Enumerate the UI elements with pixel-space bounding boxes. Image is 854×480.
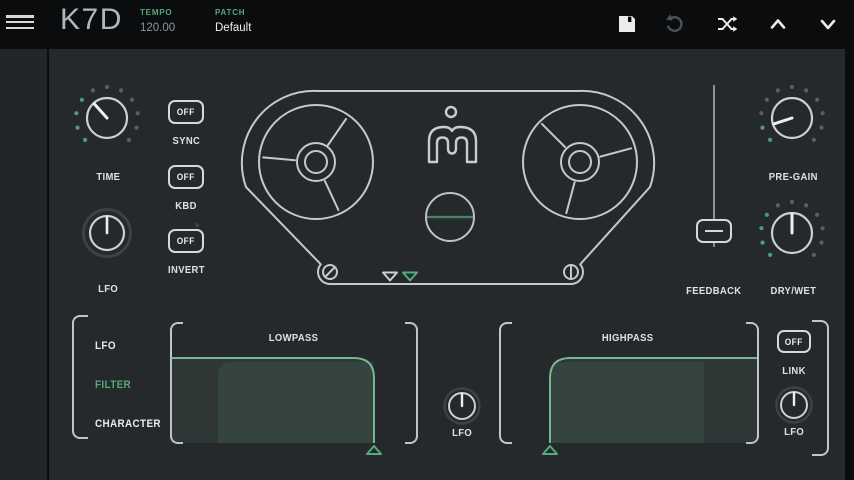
pregain-knob-graphic xyxy=(757,83,827,153)
link-bracket xyxy=(812,320,829,456)
tempo-group: TEMPO 120.00 xyxy=(140,0,175,34)
tempo-label: TEMPO xyxy=(140,8,175,17)
menu-icon[interactable] xyxy=(6,15,34,29)
lowpass-lfo-knob[interactable] xyxy=(440,384,484,428)
sync-label: SYNC xyxy=(172,135,200,147)
save-icon[interactable] xyxy=(616,13,638,35)
delay-lfo-label: LFO xyxy=(98,283,118,295)
pregain-label: PRE-GAIN xyxy=(768,171,817,183)
invert-label: INVERT xyxy=(168,264,205,276)
patch-up-icon[interactable] xyxy=(767,13,789,35)
tape-marker-gray xyxy=(383,273,397,281)
top-bar: K7D TEMPO 120.00 PATCH Default xyxy=(0,0,854,48)
delay-lfo-knob[interactable] xyxy=(77,203,137,263)
lowpass-lfo-label: LFO xyxy=(452,427,472,439)
time-label: TIME xyxy=(96,171,120,183)
main-panel: TIME LFO OFF SYNC OFF KBD OFF xyxy=(49,49,845,480)
kbd-toggle[interactable]: OFF xyxy=(168,165,204,189)
highpass-lfo-knob-graphic xyxy=(772,383,816,427)
patch-label: PATCH xyxy=(215,8,251,17)
highpass-bracket-left xyxy=(499,322,512,444)
pregain-knob[interactable] xyxy=(757,83,827,153)
tab-lfo[interactable]: LFO xyxy=(95,340,116,352)
tab-filter[interactable]: FILTER xyxy=(95,379,131,391)
drywet-knob[interactable] xyxy=(757,198,827,268)
lowpass-cutoff-handle[interactable] xyxy=(367,446,381,454)
patch-group: PATCH Default xyxy=(215,0,251,34)
tempo-value[interactable]: 120.00 xyxy=(140,22,175,34)
sync-state: OFF xyxy=(177,107,195,117)
undo-icon[interactable] xyxy=(664,13,686,35)
lowpass-title: LOWPASS xyxy=(269,332,319,344)
highpass-title: HIGHPASS xyxy=(602,332,654,344)
delay-lfo-knob-graphic xyxy=(77,203,137,263)
brand-logo xyxy=(429,107,476,162)
tab-bracket xyxy=(72,315,88,439)
tick-dot xyxy=(195,223,199,227)
time-knob[interactable] xyxy=(72,83,142,153)
sync-toggle[interactable]: OFF xyxy=(168,100,204,124)
scope-display xyxy=(426,193,474,241)
patch-value[interactable]: Default xyxy=(215,22,251,34)
time-knob-graphic xyxy=(72,83,142,153)
feedback-handle[interactable] xyxy=(696,219,732,243)
drywet-label: DRY/WET xyxy=(770,285,816,297)
highpass-lfo-knob[interactable] xyxy=(772,383,816,427)
left-strip xyxy=(0,49,47,480)
tape-deck-graphic xyxy=(235,78,665,290)
app-logo: K7D xyxy=(60,3,123,37)
tab-character[interactable]: CHARACTER xyxy=(95,418,161,430)
kbd-state: OFF xyxy=(177,172,195,182)
highpass-curve[interactable] xyxy=(538,352,764,458)
invert-toggle[interactable]: OFF xyxy=(168,229,204,253)
lowpass-curve[interactable] xyxy=(170,352,384,458)
drywet-knob-graphic xyxy=(757,198,827,268)
patch-down-icon[interactable] xyxy=(817,13,839,35)
highpass-lfo-label: LFO xyxy=(784,426,804,438)
lowpass-lfo-knob-graphic xyxy=(440,384,484,428)
link-state: OFF xyxy=(785,337,803,347)
randomize-icon[interactable] xyxy=(716,13,738,35)
invert-state: OFF xyxy=(177,236,195,246)
plugin-window: K7D TEMPO 120.00 PATCH Default xyxy=(0,0,854,480)
link-toggle[interactable]: OFF xyxy=(777,330,811,353)
tape-marker-green xyxy=(403,273,417,281)
link-label: LINK xyxy=(782,365,805,377)
highpass-cutoff-handle[interactable] xyxy=(543,446,557,454)
kbd-label: KBD xyxy=(175,200,197,212)
